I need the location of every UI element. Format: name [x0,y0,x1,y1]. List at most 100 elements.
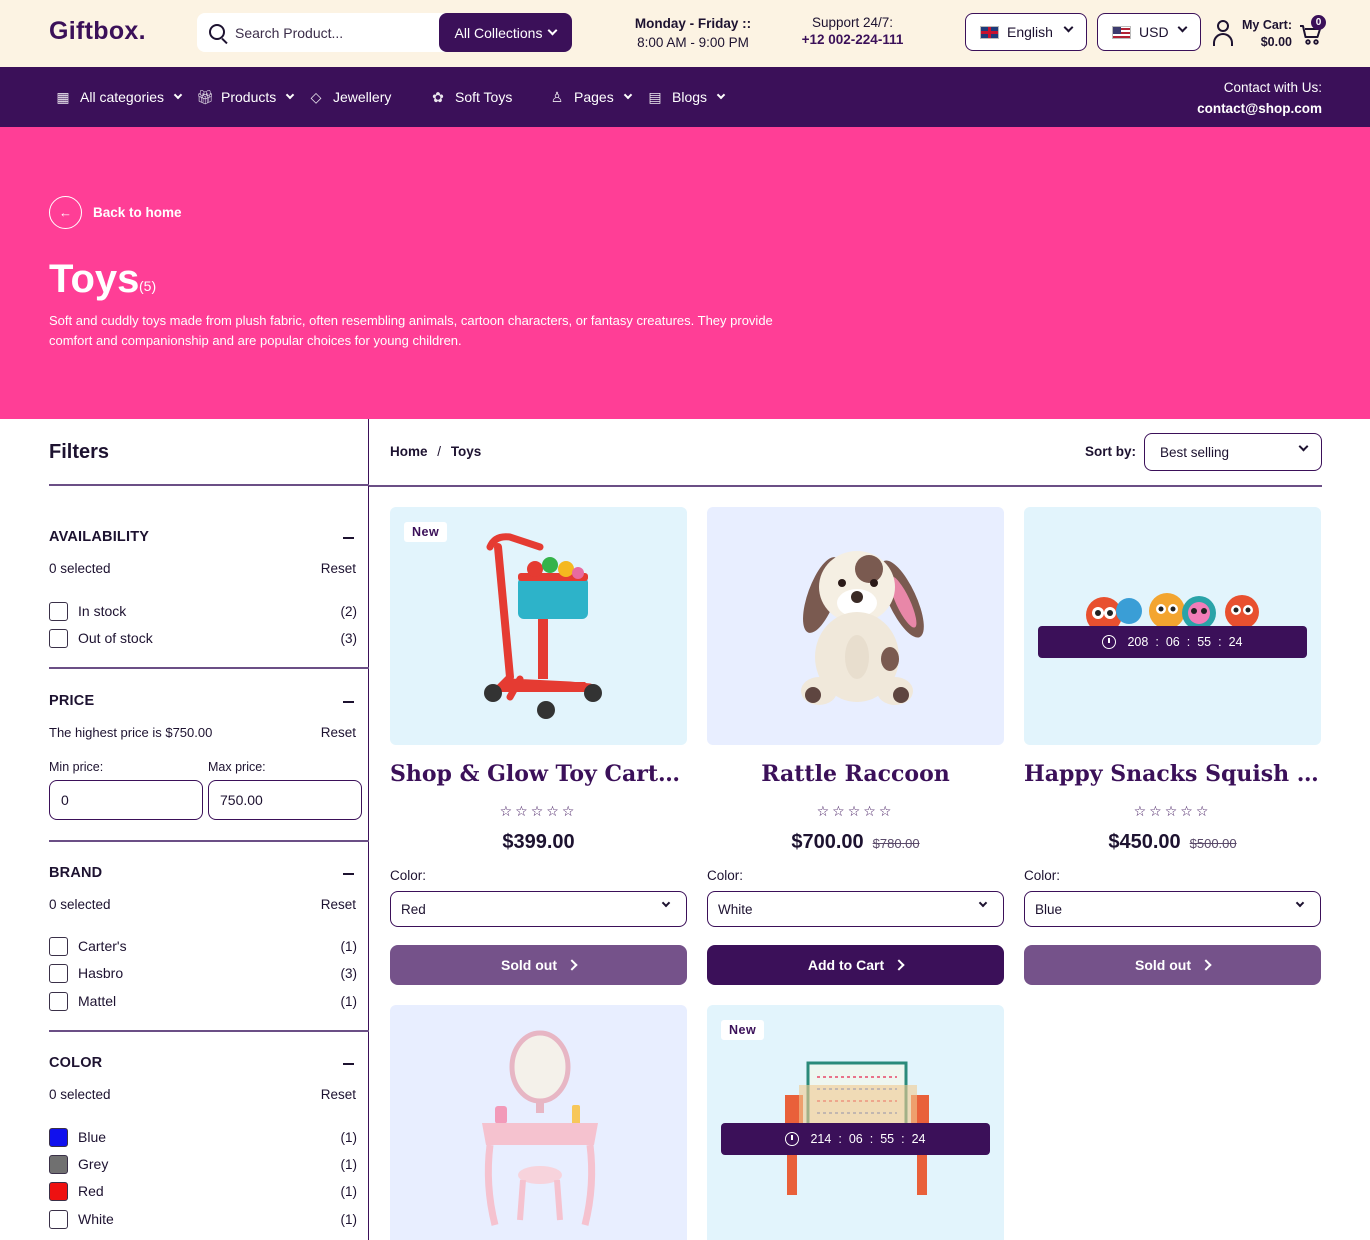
chevron-down-icon [661,898,671,908]
filter-color-white[interactable]: White (1) [49,1209,357,1229]
chevron-down-icon [623,90,632,100]
max-price-label: Max price: [208,760,266,774]
cart-summary[interactable]: My Cart: $0.00 [1236,17,1292,51]
min-price-input[interactable] [49,780,203,820]
sort-select[interactable]: Best selling [1144,433,1322,471]
currency-select[interactable]: USD [1097,13,1201,51]
all-collections-label: All Collections [454,24,543,41]
collapse-minus-icon[interactable] [343,873,354,875]
product-image[interactable] [390,1005,687,1240]
product-title[interactable]: Rattle Raccoon [707,761,1004,787]
nav-jewellery[interactable]: ◇ Jewellery [308,67,392,127]
logo[interactable]: Giftbox. [49,17,146,46]
filter-color-grey[interactable]: Grey (1) [49,1154,357,1174]
filter-brand-hasbro[interactable]: Hasbro (3) [49,963,357,983]
availability-selected: 0 selected [49,561,111,576]
price-row: $399.00 [390,831,687,854]
filter-color-blue[interactable]: Blue (1) [49,1127,357,1147]
support-phone[interactable]: +12 002-224-111 [785,31,920,48]
countdown-days: 208 [1127,635,1149,649]
color-select[interactable]: White [707,891,1004,927]
plush-dog-image [801,551,924,705]
option-count: (1) [340,1156,358,1172]
collapse-minus-icon[interactable] [343,537,354,539]
checkbox[interactable] [49,991,68,1011]
checkbox[interactable] [49,963,68,983]
filter-out-of-stock[interactable]: Out of stock (3) [49,628,357,648]
color-label: Color: [707,868,744,883]
product-price: $700.00 [791,831,864,853]
add-to-cart-button[interactable]: Add to Cart [707,945,1004,985]
filter-color-red[interactable]: Red (1) [49,1181,357,1201]
color-swatch[interactable] [49,1209,68,1229]
collapse-minus-icon[interactable] [343,701,354,703]
product-title[interactable]: Happy Snacks Squish &... [1024,761,1321,787]
sold-out-button[interactable]: Sold out [390,945,687,985]
max-price-input[interactable] [208,780,362,820]
button-label: Sold out [1135,957,1191,973]
collection-hero: ← Back to home Toys (5) Soft and cuddly … [0,127,1370,419]
rating-stars: ☆☆☆☆☆ [499,803,578,819]
nav-all-categories[interactable]: ▦ All categories [55,67,183,127]
option-label: White [78,1211,114,1227]
nav-blogs[interactable]: ▤ Blogs [647,67,726,127]
color-value: White [718,901,753,917]
collapse-minus-icon[interactable] [343,1063,354,1065]
all-collections-dropdown[interactable]: All Collections [439,13,572,52]
brand-title[interactable]: BRAND [49,865,102,881]
filter-brand-mattel[interactable]: Mattel (1) [49,991,357,1011]
brand-reset[interactable]: Reset [321,897,356,912]
color-select[interactable]: Blue [1024,891,1321,927]
price-reset[interactable]: Reset [321,725,356,740]
checkbox[interactable] [49,628,68,648]
product-title[interactable]: Shop & Glow Toy Cart Red [390,761,687,787]
color-label: Color: [390,868,427,883]
search-icon[interactable] [209,24,225,40]
checkbox[interactable] [49,601,68,621]
color-title[interactable]: COLOR [49,1055,102,1071]
chevron-down-icon [548,25,558,36]
min-price-label: Min price: [49,760,104,774]
chevron-down-icon [1063,22,1074,33]
chevron-down-icon [286,90,295,100]
filter-brand-carters[interactable]: Carter's (1) [49,936,357,956]
filter-in-stock[interactable]: In stock (2) [49,601,357,621]
color-select[interactable]: Red [390,891,687,927]
support-info: Support 24/7: +12 002-224-111 [785,14,920,48]
collection-description: Soft and cuddly toys made from plush fab… [49,313,773,348]
color-swatch[interactable] [49,1127,68,1147]
nav-pages[interactable]: ♙ Pages [549,67,632,127]
gift-icon: 🎁︎ [196,88,214,105]
sort-value: Best selling [1160,444,1230,460]
currency-value: USD [1139,24,1169,40]
nav-label: Blogs [672,89,708,105]
contact-email[interactable]: contact@shop.com [1197,98,1322,119]
search-box: All Collections [197,13,572,52]
breadcrumb-home[interactable]: Home [390,444,428,459]
product-price: $450.00 [1108,831,1181,853]
search-input[interactable] [235,13,433,52]
color-swatch[interactable] [49,1154,68,1174]
product-image[interactable]: New 214: 06: 55: 24 [707,1005,1004,1240]
price-title[interactable]: PRICE [49,693,94,709]
vanity-table-image [482,1030,598,1226]
user-icon[interactable] [1212,20,1234,46]
sold-out-button[interactable]: Sold out [1024,945,1321,985]
product-image[interactable] [707,507,1004,745]
availability-reset[interactable]: Reset [321,561,356,576]
rating-stars: ☆☆☆☆☆ [1133,803,1212,819]
option-count: (1) [340,993,358,1009]
back-to-home-link[interactable]: ← Back to home [49,196,182,229]
divider [49,840,369,842]
availability-title[interactable]: AVAILABILITY [49,529,149,545]
button-label: Sold out [501,957,557,973]
checkbox[interactable] [49,936,68,956]
nav-products[interactable]: 🎁︎ Products [196,67,295,127]
nav-soft-toys[interactable]: ✿ Soft Toys [430,67,512,127]
product-image[interactable]: New [390,507,687,745]
language-select[interactable]: English [965,13,1087,51]
color-reset[interactable]: Reset [321,1087,356,1102]
color-swatch[interactable] [49,1181,68,1201]
main-nav: ▦ All categories 🎁︎ Products ◇ Jewellery… [0,67,1370,127]
product-image[interactable]: 208: 06: 55: 24 [1024,507,1321,745]
